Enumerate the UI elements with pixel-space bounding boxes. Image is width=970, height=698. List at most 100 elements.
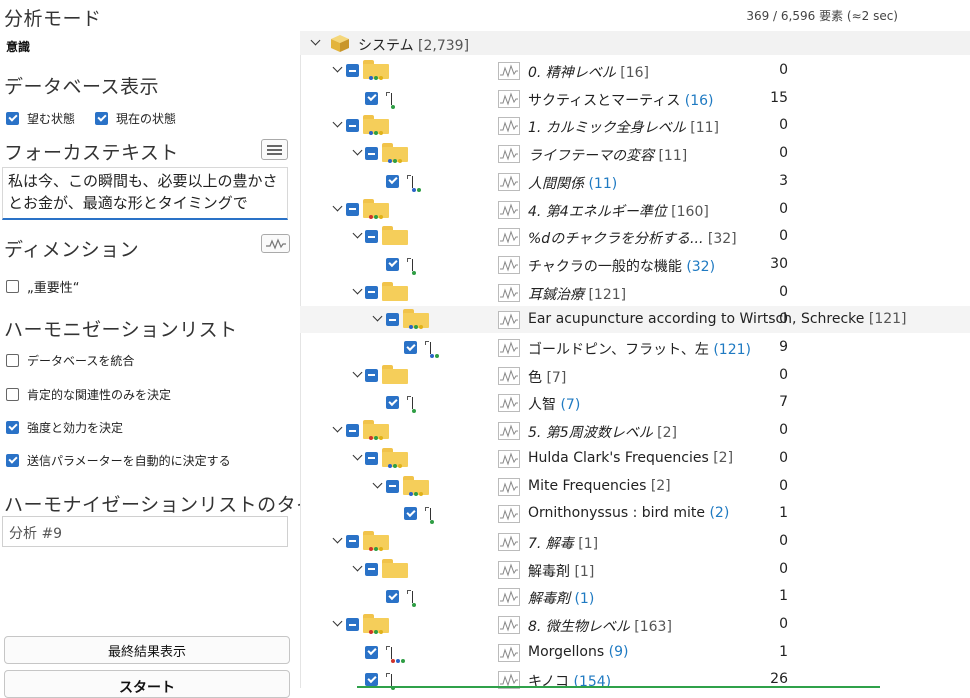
waveform-icon[interactable] bbox=[498, 477, 520, 496]
waveform-icon[interactable] bbox=[498, 339, 520, 357]
tree-folder-row[interactable]: 0 1. カルミック全身レベル [11] bbox=[300, 112, 970, 139]
positive-only-option[interactable]: 肯定的な関連性のみを決定 bbox=[6, 386, 171, 403]
final-result-button[interactable]: 最終結果表示 bbox=[4, 636, 290, 664]
tree-root-row[interactable]: システム [2,739] bbox=[300, 31, 970, 55]
waveform-icon[interactable] bbox=[498, 560, 520, 579]
row-checkbox[interactable] bbox=[365, 673, 378, 687]
tree-folder-row[interactable]: 0 ライフテーマの変容 [11] bbox=[300, 140, 970, 167]
tree-item-row[interactable]: 1 解毒剤 (1) bbox=[300, 583, 970, 610]
row-checkbox[interactable] bbox=[346, 424, 359, 438]
waveform-icon[interactable] bbox=[498, 283, 520, 302]
waveform-icon[interactable] bbox=[498, 588, 520, 607]
importance-checkbox[interactable] bbox=[6, 280, 19, 293]
row-checkbox[interactable] bbox=[365, 147, 378, 161]
tree-item-row[interactable]: 15 サクティスとマーティス (16) bbox=[300, 85, 970, 112]
waveform-icon[interactable] bbox=[498, 255, 520, 274]
row-checkbox[interactable] bbox=[346, 119, 359, 133]
strength-option[interactable]: 強度と効力を決定 bbox=[6, 419, 123, 436]
row-checkbox[interactable] bbox=[365, 230, 378, 244]
merge-db-option[interactable]: データベースを統合 bbox=[6, 352, 134, 369]
waveform-icon[interactable] bbox=[498, 449, 520, 468]
chevron-down-icon[interactable] bbox=[373, 480, 383, 490]
chevron-down-icon[interactable] bbox=[373, 313, 383, 323]
chevron-down-icon[interactable] bbox=[311, 37, 321, 47]
chevron-down-icon[interactable] bbox=[353, 147, 363, 157]
waveform-icon[interactable] bbox=[498, 643, 520, 662]
tree-folder-row[interactable]: 0 5. 第5周波数レベル [2] bbox=[300, 417, 970, 444]
row-checkbox[interactable] bbox=[386, 396, 399, 410]
row-checkbox[interactable] bbox=[365, 451, 378, 465]
tree-item-row[interactable]: 30 チャクラの一般的な機能 (32) bbox=[300, 251, 970, 278]
desired-state-checkbox[interactable] bbox=[6, 112, 19, 125]
merge-db-checkbox[interactable] bbox=[6, 354, 19, 367]
chevron-down-icon[interactable] bbox=[353, 369, 363, 379]
strength-checkbox[interactable] bbox=[6, 421, 19, 434]
chevron-down-icon[interactable] bbox=[333, 203, 343, 213]
waveform-icon[interactable] bbox=[498, 89, 520, 108]
current-state-checkbox[interactable] bbox=[95, 112, 109, 125]
tree-item-row[interactable]: 1 Morgellons (9) bbox=[300, 639, 970, 666]
row-checkbox[interactable] bbox=[346, 202, 359, 216]
tree-folder-row[interactable]: 0 %dのチャクラを分析する... [32] bbox=[300, 223, 970, 250]
analysis-mode-value[interactable]: 意識 bbox=[6, 38, 30, 55]
waveform-icon[interactable] bbox=[498, 200, 520, 219]
chevron-down-icon[interactable] bbox=[353, 563, 363, 573]
waveform-icon[interactable] bbox=[498, 394, 520, 413]
tree-folder-row[interactable]: 0 耳鍼治療 [121] bbox=[300, 279, 970, 306]
chevron-down-icon[interactable] bbox=[333, 618, 343, 628]
tree-folder-row[interactable]: 0 8. 微生物レベル [163] bbox=[300, 611, 970, 638]
row-checkbox[interactable] bbox=[386, 590, 399, 604]
tree-folder-row[interactable]: 0 Ear acupuncture according to Wirtsch, S… bbox=[300, 306, 970, 334]
start-button[interactable]: スタート bbox=[4, 670, 290, 698]
waveform-icon[interactable] bbox=[498, 117, 520, 136]
list-icon[interactable] bbox=[261, 139, 288, 160]
chevron-down-icon[interactable] bbox=[333, 119, 343, 129]
waveform-icon[interactable] bbox=[498, 366, 520, 385]
list-title-input[interactable]: 分析 #9 bbox=[2, 516, 288, 547]
row-checkbox[interactable] bbox=[386, 174, 399, 188]
chevron-down-icon[interactable] bbox=[333, 64, 343, 74]
row-checkbox[interactable] bbox=[365, 368, 378, 382]
tree-folder-row[interactable]: 0 Mite Frequencies [2] bbox=[300, 473, 970, 500]
chevron-down-icon[interactable] bbox=[353, 286, 363, 296]
positive-only-checkbox[interactable] bbox=[6, 388, 19, 401]
tree-folder-row[interactable]: 0 0. 精神レベル [16] bbox=[300, 57, 970, 84]
waveform-icon[interactable] bbox=[498, 532, 520, 551]
tree-folder-row[interactable]: 0 Hulda Clark's Frequencies [2] bbox=[300, 445, 970, 472]
waveform-icon[interactable] bbox=[498, 228, 520, 247]
row-checkbox[interactable] bbox=[404, 507, 417, 521]
chevron-down-icon[interactable] bbox=[353, 230, 363, 240]
tree-item-row[interactable]: 3 人間関係 (11) bbox=[300, 168, 970, 195]
auto-params-checkbox[interactable] bbox=[6, 454, 19, 467]
waveform-icon[interactable] bbox=[498, 311, 520, 330]
row-checkbox[interactable] bbox=[386, 479, 399, 493]
waveform-icon[interactable] bbox=[498, 422, 520, 441]
row-checkbox[interactable] bbox=[365, 645, 378, 659]
tree-item-row[interactable]: 1 Ornithonyssus : bird mite (2) bbox=[300, 500, 970, 527]
tree-item-row[interactable]: 9 ゴールドピン、フラット、左 (121) bbox=[300, 334, 970, 361]
row-checkbox[interactable] bbox=[386, 313, 399, 327]
row-checkbox[interactable] bbox=[346, 534, 359, 548]
chevron-down-icon[interactable] bbox=[353, 452, 363, 462]
tree-folder-row[interactable]: 0 7. 解毒 [1] bbox=[300, 528, 970, 555]
chevron-down-icon[interactable] bbox=[333, 424, 343, 434]
waveform-icon[interactable] bbox=[261, 234, 290, 253]
auto-params-option[interactable]: 送信パラメーターを自動的に決定する bbox=[6, 452, 231, 469]
importance-option[interactable]: „重要性“ bbox=[6, 277, 79, 296]
waveform-icon[interactable] bbox=[498, 505, 520, 524]
row-checkbox[interactable] bbox=[386, 257, 399, 271]
waveform-icon[interactable] bbox=[498, 172, 520, 191]
row-checkbox[interactable] bbox=[365, 285, 378, 299]
tree-folder-row[interactable]: 0 解毒剤 [1] bbox=[300, 556, 970, 583]
waveform-icon[interactable] bbox=[498, 145, 520, 164]
tree-folder-row[interactable]: 0 色 [7] bbox=[300, 362, 970, 389]
tree-item-row[interactable]: 26 キノコ (154) bbox=[300, 666, 970, 693]
row-checkbox[interactable] bbox=[346, 618, 359, 631]
row-checkbox[interactable] bbox=[365, 562, 378, 576]
waveform-icon[interactable] bbox=[498, 616, 520, 634]
tree-folder-row[interactable]: 0 4. 第4エネルギー準位 [160] bbox=[300, 196, 970, 223]
tree-item-row[interactable]: 7 人智 (7) bbox=[300, 389, 970, 416]
row-checkbox[interactable] bbox=[365, 91, 378, 105]
row-checkbox[interactable] bbox=[346, 64, 359, 77]
row-checkbox[interactable] bbox=[404, 341, 417, 354]
